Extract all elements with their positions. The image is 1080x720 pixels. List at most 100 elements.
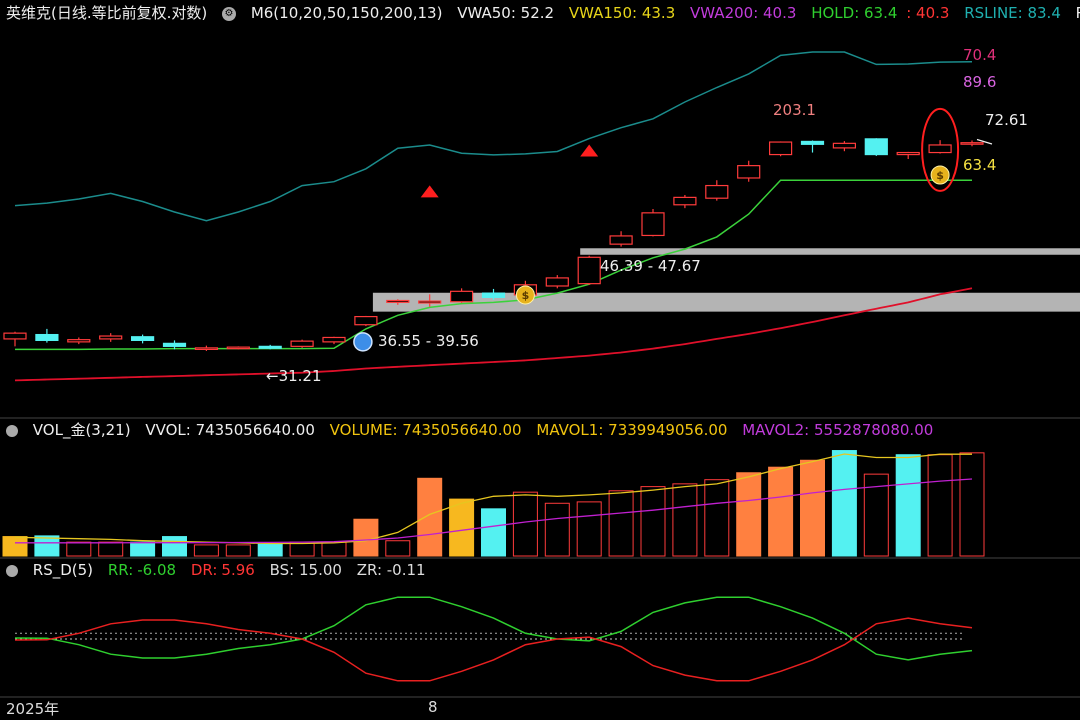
lower-zone-label: 36.55 - 39.56	[378, 332, 479, 350]
volume-bar	[481, 508, 506, 557]
volume-bar	[672, 483, 698, 557]
stock-chart: $$	[0, 51, 1080, 698]
candle-body	[800, 140, 825, 145]
stock-title: 英维克(日线.等比前复权.对数)	[6, 4, 208, 22]
volume-bar	[321, 541, 347, 557]
hold-label: HOLD: 63.4	[811, 4, 898, 22]
vvol-label: VVOL: 7435056640.00	[145, 421, 315, 439]
candle-body	[864, 138, 888, 156]
volume-bar	[289, 541, 315, 557]
volume-bars	[2, 450, 985, 557]
volume-bar	[385, 540, 411, 557]
rsline-value-label: 70.4	[963, 46, 997, 64]
volume-bar	[449, 498, 475, 557]
candle-body	[162, 342, 187, 347]
m6-label: M6(10,20,50,150,200,13)	[250, 4, 443, 22]
vwa150-label: VWA150: 43.3	[568, 4, 676, 22]
volume-bar	[353, 518, 379, 557]
date-label-year: 2025年	[6, 700, 60, 718]
candle-body	[258, 345, 282, 349]
rs-header: RS_D(5) RR: -6.08 DR: 5.96 BS: 15.00 ZR: -…	[6, 559, 436, 581]
bs-label: BS: 15.00	[269, 561, 342, 579]
volume-header: VOL_金(3,21) VVOL: 7435056640.00 VOLUME: …	[6, 419, 943, 441]
candle-body	[386, 299, 410, 303]
signal-markers: $$	[353, 107, 993, 352]
price-zones	[372, 248, 1080, 312]
candle-body	[354, 315, 378, 326]
volume-bar	[417, 477, 443, 557]
volume-bar	[162, 536, 187, 557]
volume-bar	[257, 543, 283, 557]
rr-line	[14, 596, 973, 661]
settings-gear-icon[interactable]: ⚙	[222, 6, 237, 21]
rsline-max-label: 89.6	[963, 73, 997, 91]
candle-body	[226, 346, 250, 350]
candle-body	[131, 336, 155, 341]
hold-value-label: 63.4	[963, 156, 997, 174]
candle-body	[450, 290, 474, 303]
volume-bar	[576, 501, 602, 557]
volume-bar	[704, 479, 730, 557]
volume-bar	[544, 502, 570, 557]
candle-body	[928, 144, 952, 154]
last-high-label: 72.61	[985, 111, 1028, 129]
candle-body	[832, 142, 857, 149]
candle-body	[418, 300, 442, 304]
hold2-label: : 40.3	[906, 4, 950, 22]
candle-body	[609, 235, 633, 245]
volume-bar	[831, 450, 857, 557]
volume-bar	[512, 491, 538, 557]
rs-name: RS_D(5)	[32, 561, 94, 579]
volume-bar	[193, 544, 219, 557]
volume-bar	[98, 541, 124, 557]
candle-body	[768, 141, 793, 156]
candles	[3, 138, 984, 351]
mavol2-label: MAVOL2: 5552878080.00	[742, 421, 934, 439]
volume-bar	[2, 536, 28, 557]
candle-body	[896, 151, 920, 156]
vwa50-label: VWA50: 52.2	[457, 4, 555, 22]
volume-bar	[66, 541, 92, 557]
rs-panel-toggle-icon[interactable]	[6, 564, 18, 577]
rr-label: RR:	[107, 561, 134, 579]
volume-label: VOLUME: 7435056640.00	[329, 421, 522, 439]
candle-body	[35, 333, 59, 341]
rs-cut-label: RS	[1076, 4, 1080, 22]
date-label-month: 8	[428, 698, 438, 716]
vwa200-label: VWA200: 40.3	[690, 4, 797, 22]
candle-body	[322, 336, 346, 343]
candle-body	[3, 332, 27, 340]
candle-body	[577, 256, 601, 285]
candle-body	[290, 340, 314, 347]
candle-body	[960, 142, 984, 145]
rr-value: -6.08	[137, 561, 177, 579]
vol-name: VOL_金(3,21)	[32, 421, 131, 439]
candle-body	[545, 277, 569, 287]
volume-bar	[768, 466, 794, 557]
volume-bar	[895, 454, 921, 557]
candle-body	[99, 335, 123, 340]
low-price-label: ←31.21	[266, 367, 322, 385]
candle-body	[641, 212, 665, 237]
volume-bar	[959, 452, 985, 557]
candle-body	[481, 292, 506, 298]
zr-label: ZR: -0.11	[356, 561, 426, 579]
volume-bar	[608, 490, 634, 557]
rs-lines	[14, 596, 973, 682]
rsline-label: RSLINE: 83.4	[964, 4, 1061, 22]
main-header: 英维克(日线.等比前复权.对数) ⚙ M6(10,20,50,150,200,1…	[6, 2, 1080, 24]
rsline-line	[14, 51, 973, 222]
volume-bar	[736, 472, 762, 557]
candle-body	[67, 339, 91, 343]
money-bag-icon-symbol: $	[936, 169, 944, 182]
indicator-lines	[14, 51, 973, 382]
upper-zone-label: 46.39 - 47.67	[600, 257, 701, 275]
volume-bar	[130, 541, 156, 557]
candle-body	[194, 347, 218, 351]
dr-line	[14, 617, 973, 682]
high-price-label: 203.1	[773, 101, 816, 119]
buy-signal-triangle	[580, 144, 599, 157]
buy-signal-triangle	[420, 185, 439, 198]
volume-panel-toggle-icon[interactable]	[6, 424, 18, 437]
volume-bar	[34, 535, 60, 557]
